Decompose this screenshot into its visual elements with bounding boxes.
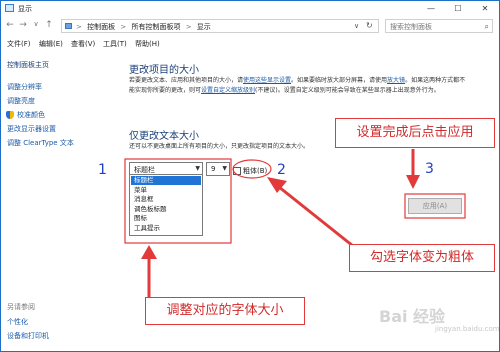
display-settings-link[interactable]: 使用这些显示设置 <box>243 77 291 84</box>
breadcrumb-control-panel[interactable]: 控制面板 <box>87 23 115 31</box>
intro-text: (不建议)。设置自定义级别可能会导致在某些显示器上出现意外行为。 <box>255 87 440 94</box>
breadcrumb: > 控制面板 > 所有控制面板项 > 显示 <box>76 22 214 32</box>
annotation-number-3: 3 <box>425 161 434 177</box>
address-bar-row: ← → ∨ ↑ > 控制面板 > 所有控制面板项 > 显示 ∨ ↻ 搜索控制面板… <box>1 18 499 34</box>
sidebar-home-link[interactable]: 控制面板主页 <box>7 60 49 70</box>
breadcrumb-separator: > <box>185 23 192 31</box>
font-size-value: 9 <box>211 165 216 173</box>
maximize-button[interactable]: ☐ <box>444 1 472 17</box>
callout-bold-font: 勾选字体变为粗体 <box>349 244 495 272</box>
breadcrumb-all-items[interactable]: 所有控制面板项 <box>131 23 180 31</box>
shield-icon <box>6 111 14 119</box>
magnifier-link[interactable]: 放大镜 <box>387 77 405 84</box>
window-title: 显示 <box>18 5 32 13</box>
apply-button[interactable]: 应用(A) <box>408 198 462 214</box>
forward-arrow-icon[interactable]: → <box>18 20 28 30</box>
sidebar-item-brightness[interactable]: 调整亮度 <box>7 96 35 106</box>
font-size-select[interactable]: 9 ▼ <box>206 162 230 176</box>
menu-file[interactable]: 文件(F) <box>7 39 31 49</box>
dropdown-option-message-box[interactable]: 消息框 <box>131 195 201 204</box>
dropdown-option-title-bar[interactable]: 标题栏 <box>131 176 201 185</box>
callout-adjust-size: 调整对应的字体大小 <box>145 297 305 325</box>
chevron-down-icon: ▼ <box>222 165 227 172</box>
item-dropdown-list: 标题栏 菜单 消息框 调色板标题 图标 工具提示 <box>129 174 203 236</box>
bold-checkbox[interactable] <box>233 167 241 175</box>
sidebar-item-devices-printers[interactable]: 设备和打印机 <box>7 331 49 341</box>
arrow-to-bold <box>278 185 354 248</box>
menu-tools[interactable]: 工具(T) <box>103 39 127 49</box>
up-arrow-icon[interactable]: ↑ <box>44 20 54 30</box>
heading-change-text-size: 仅更改文本大小 <box>129 131 199 142</box>
dropdown-option-tooltip[interactable]: 工具提示 <box>131 224 201 233</box>
arrow-to-select-head <box>141 245 157 259</box>
sidebar-item-display-settings[interactable]: 更改显示器设置 <box>7 124 56 134</box>
sidebar-item-cleartype[interactable]: 调整 ClearType 文本 <box>7 138 74 148</box>
back-arrow-icon[interactable]: ← <box>5 20 15 30</box>
sidebar-item-personalization[interactable]: 个性化 <box>7 317 28 327</box>
recent-pages-chevron-icon[interactable]: ∨ <box>31 20 41 28</box>
sidebar-item-calibrate-color[interactable]: 校准颜色 <box>17 110 45 120</box>
baidu-watermark-url: jingyan.baidu.com <box>435 325 500 333</box>
sidebar-item-resolution[interactable]: 调整分辨率 <box>7 82 42 92</box>
search-placeholder: 搜索控制面板 <box>390 23 432 31</box>
menu-help[interactable]: 帮助(H) <box>135 39 160 49</box>
dropdown-option-palette-title[interactable]: 调色板标题 <box>131 205 201 214</box>
callout-click-apply: 设置完成后点击应用 <box>335 118 495 148</box>
dropdown-option-menu[interactable]: 菜单 <box>131 186 201 195</box>
chevron-down-icon: ▼ <box>195 165 200 172</box>
annotation-number-2: 2 <box>277 162 286 178</box>
breadcrumb-separator: > <box>76 23 82 31</box>
menu-edit[interactable]: 编辑(E) <box>39 39 63 49</box>
annotation-number-1: 1 <box>98 162 107 178</box>
intro-text: 。如果要临时放大部分屏幕，请使用 <box>291 77 388 84</box>
menu-view[interactable]: 查看(V) <box>71 39 95 49</box>
display-window-icon <box>5 4 14 12</box>
arrow-to-apply-head <box>406 175 420 189</box>
intro-text: 若要更改文本、应用和其他项目的大小，请 <box>129 77 244 84</box>
address-field[interactable]: > 控制面板 > 所有控制面板项 > 显示 ∨ ↻ <box>61 19 379 33</box>
custom-scaling-link[interactable]: 设置自定义缩放级别 <box>201 87 255 94</box>
search-icon: ⌕ <box>484 22 489 31</box>
intro-paragraph: 若要更改文本、应用和其他项目的大小，请使用这些显示设置。如果要临时放大部分屏幕，… <box>129 76 469 96</box>
breadcrumb-display[interactable]: 显示 <box>197 23 211 31</box>
minimize-button[interactable]: — <box>417 1 445 17</box>
address-dropdown-chevron-icon[interactable]: ∨ <box>354 22 359 30</box>
search-input[interactable]: 搜索控制面板 ⌕ <box>385 19 493 33</box>
dropdown-option-icon[interactable]: 图标 <box>131 214 201 223</box>
bold-checkbox-label[interactable]: 粗体(B) <box>243 166 267 176</box>
heading-change-item-size: 更改项目的大小 <box>129 65 199 76</box>
title-bar: 显示 — ☐ ✕ <box>1 1 499 17</box>
baidu-watermark: Bai 经验 <box>379 307 446 326</box>
close-button[interactable]: ✕ <box>471 1 499 17</box>
see-also-label: 另请参阅 <box>7 303 35 311</box>
control-panel-icon <box>65 23 72 29</box>
breadcrumb-separator: > <box>120 23 127 31</box>
refresh-icon[interactable]: ↻ <box>366 21 373 30</box>
menu-bar: 文件(F) 编辑(E) 查看(V) 工具(T) 帮助(H) <box>1 37 499 51</box>
arrow-to-bold-head <box>267 177 287 193</box>
display-window: 显示 — ☐ ✕ ← → ∨ ↑ > 控制面板 > 所有控制面板项 > 显示 ∨… <box>0 0 500 352</box>
